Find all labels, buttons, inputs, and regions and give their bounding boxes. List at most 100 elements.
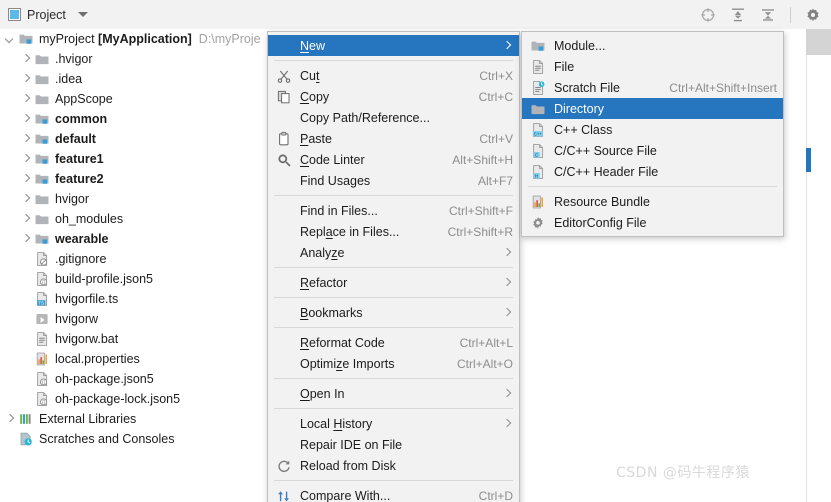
- folder-icon: [35, 55, 49, 65]
- folder-icon: [35, 195, 49, 205]
- folder-icon: [531, 104, 545, 114]
- json-file-icon: {}: [37, 272, 48, 286]
- project-panel-icon: [8, 8, 21, 21]
- context-menu-item-analyze[interactable]: Analyze: [268, 242, 519, 263]
- new-submenu-item-c-class[interactable]: C++ C++ Class: [522, 119, 783, 140]
- tree-row-label: oh-package.json5: [55, 372, 154, 386]
- menu-separator: [274, 480, 513, 481]
- toolbar-actions: [700, 6, 831, 23]
- chevron-right-icon[interactable]: [20, 133, 32, 145]
- gitignore-file-icon: [37, 252, 48, 266]
- chevron-right-icon[interactable]: [4, 413, 16, 425]
- new-submenu-item-c-c-source-file[interactable]: C C/C++ Source File: [522, 140, 783, 161]
- context-menu-item-open-in[interactable]: Open In: [268, 383, 519, 404]
- right-tool-tab[interactable]: [806, 29, 831, 55]
- svg-text:{}: {}: [42, 380, 45, 385]
- menu-separator: [274, 297, 513, 298]
- chevron-right-icon[interactable]: [20, 153, 32, 165]
- tree-row-label: hvigorw: [55, 312, 99, 326]
- chevron-right-icon: [503, 248, 513, 258]
- new-submenu-item-directory[interactable]: Directory: [522, 98, 783, 119]
- c-source-file-icon: C: [533, 143, 544, 158]
- context-menu-item-cut[interactable]: Cut Ctrl+X: [268, 65, 519, 86]
- context-menu-item-code-linter[interactable]: Code Linter Alt+Shift+H: [268, 149, 519, 170]
- chevron-right-icon: [503, 389, 513, 399]
- context-menu-item-optimize-imports[interactable]: Optimize Imports Ctrl+Alt+O: [268, 353, 519, 374]
- blank-icon: [276, 38, 292, 54]
- scroll-from-source-icon[interactable]: [700, 7, 716, 23]
- blank-icon: [276, 224, 292, 240]
- project-name: myProject: [39, 32, 99, 46]
- tree-row-label: .idea: [55, 72, 83, 86]
- tree-row-label: local.properties: [55, 352, 140, 366]
- chevron-down-icon[interactable]: [77, 12, 88, 17]
- context-menu[interactable]: New Cut Ctrl+X Copy Ctrl+C Copy Path/Referenc…: [267, 31, 520, 502]
- context-menu-item-bookmarks[interactable]: Bookmarks: [268, 302, 519, 323]
- context-menu-item-copy[interactable]: Copy Ctrl+C: [268, 86, 519, 107]
- tree-row-label: oh_modules: [55, 212, 124, 226]
- project-tool-window-header[interactable]: Project: [0, 8, 88, 22]
- menu-separator: [274, 195, 513, 196]
- menu-separator: [274, 60, 513, 61]
- properties-file-icon: [36, 352, 47, 366]
- menu-separator: [274, 327, 513, 328]
- blank-icon: [276, 356, 292, 372]
- context-menu-item-repair-ide-on-file[interactable]: Repair IDE on File: [268, 434, 519, 455]
- module-folder-icon: [35, 134, 49, 144]
- chevron-right-icon[interactable]: [20, 53, 32, 65]
- context-menu-item-find-usages[interactable]: Find Usages Alt+F7: [268, 170, 519, 191]
- collapse-all-icon[interactable]: [760, 7, 776, 23]
- code-linter-icon: [278, 153, 291, 167]
- right-panel-edge: [806, 29, 831, 502]
- gear-icon[interactable]: [805, 7, 821, 23]
- chevron-right-icon[interactable]: [20, 73, 32, 85]
- chevron-down-icon[interactable]: [4, 33, 16, 45]
- context-menu-item-local-history[interactable]: Local History: [268, 413, 519, 434]
- svg-text:C: C: [535, 152, 539, 158]
- script-file-icon: [36, 314, 48, 324]
- gear-icon: [533, 216, 543, 229]
- expand-all-icon[interactable]: [730, 7, 746, 23]
- context-menu-item-find-in-files[interactable]: Find in Files... Ctrl+Shift+F: [268, 200, 519, 221]
- chevron-right-icon[interactable]: [20, 193, 32, 205]
- svg-text:H: H: [535, 173, 539, 179]
- new-submenu-item-module[interactable]: Module...: [522, 35, 783, 56]
- menu-item-shortcut: Ctrl+V: [479, 131, 513, 146]
- chevron-right-icon[interactable]: [20, 233, 32, 245]
- chevron-right-icon[interactable]: [20, 113, 32, 125]
- menu-item-label: Directory: [554, 101, 605, 116]
- folder-icon: [35, 215, 49, 225]
- blank-icon: [276, 437, 292, 453]
- new-submenu-item-resource-bundle[interactable]: Resource Bundle: [522, 191, 783, 212]
- folder-icon: [35, 75, 49, 85]
- blank-icon: [276, 203, 292, 219]
- context-menu-item-refactor[interactable]: Refactor: [268, 272, 519, 293]
- json-file-icon: {}: [37, 392, 48, 406]
- menu-separator: [528, 186, 777, 187]
- context-menu-item-replace-in-files[interactable]: Replace in Files... Ctrl+Shift+R: [268, 221, 519, 242]
- new-submenu-item-file[interactable]: File: [522, 56, 783, 77]
- external-libraries-icon: [20, 414, 31, 424]
- tree-row-label: hvigor: [55, 192, 90, 206]
- new-submenu-item-scratch-file[interactable]: Scratch File Ctrl+Alt+Shift+Insert: [522, 77, 783, 98]
- context-menu-item-copy-path-reference[interactable]: Copy Path/Reference...: [268, 107, 519, 128]
- chevron-right-icon[interactable]: [20, 213, 32, 225]
- new-submenu-item-editorconfig-file[interactable]: EditorConfig File: [522, 212, 783, 233]
- chevron-right-icon[interactable]: [20, 173, 32, 185]
- project-path: D:\myProje: [198, 32, 261, 46]
- new-submenu[interactable]: Module... File Scratch File Ctrl+Alt+Shift+…: [521, 31, 784, 237]
- context-menu-item-new[interactable]: New: [268, 35, 519, 56]
- context-menu-item-compare-with[interactable]: Compare With... Ctrl+D: [268, 485, 519, 502]
- context-menu-item-reload-from-disk[interactable]: Reload from Disk: [268, 455, 519, 476]
- new-submenu-item-c-c-header-file[interactable]: H C/C++ Header File: [522, 161, 783, 182]
- tree-row-label: .gitignore: [55, 252, 107, 266]
- context-menu-item-reformat-code[interactable]: Reformat Code Ctrl+Alt+L: [268, 332, 519, 353]
- scissors-icon: [277, 70, 291, 83]
- menu-item-label: Optimize Imports: [300, 356, 395, 371]
- chevron-right-icon[interactable]: [20, 93, 32, 105]
- chevron-right-icon: [503, 308, 513, 318]
- context-menu-item-paste[interactable]: Paste Ctrl+V: [268, 128, 519, 149]
- text-file-icon: [37, 332, 48, 346]
